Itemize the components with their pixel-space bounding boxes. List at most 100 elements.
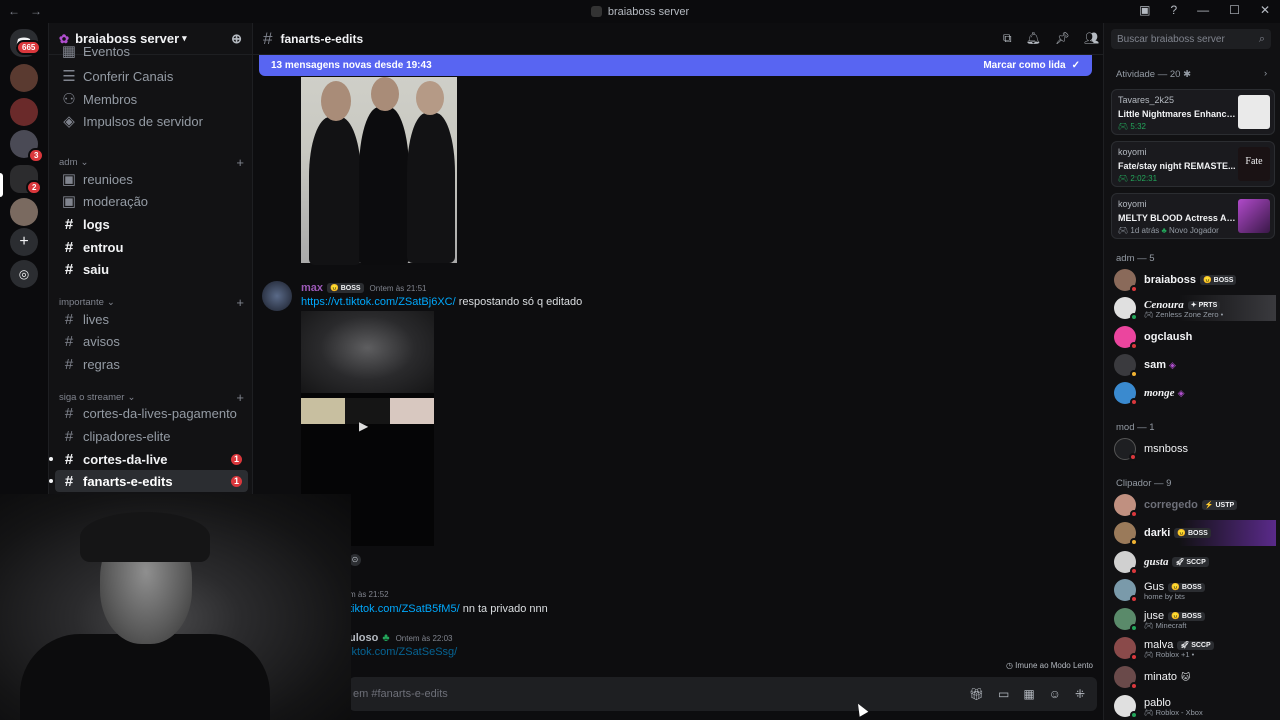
member-item[interactable]: Cenoura ✦ PRTS 🎮︎ Zenless Zone Zero • xyxy=(1114,295,1276,321)
member-item[interactable]: darki 😠 BOSS xyxy=(1114,520,1276,546)
notification-badge: 3 xyxy=(28,148,45,163)
bell-icon[interactable]: 🔔︎ xyxy=(1026,31,1041,46)
chevron-right-icon[interactable]: › xyxy=(1264,68,1267,79)
member-item[interactable]: ogclaush xyxy=(1114,324,1276,350)
webcam-person xyxy=(20,634,270,720)
server-icon-2[interactable] xyxy=(10,98,38,126)
channel-item-logs[interactable]: # logs xyxy=(55,213,248,235)
photo-figure xyxy=(359,107,409,265)
channel-item-reunioes[interactable]: ▣ reunioes xyxy=(55,168,248,190)
channel-item-cortes-da-live[interactable]: # cortes-da-live 1 xyxy=(49,448,248,470)
activity-card[interactable]: koyomi MELTY BLOOD Actress Ag... 🎮︎ 1d a… xyxy=(1111,193,1275,239)
status-dot xyxy=(1130,398,1138,406)
webcam-person xyxy=(80,512,210,562)
member-item[interactable]: corregedo ⚡ USTP xyxy=(1114,492,1276,518)
cat-icon: 🐱︎ xyxy=(1181,671,1191,682)
gamepad-icon: 🎮︎ xyxy=(1144,650,1156,660)
emoji-icon[interactable]: ☺ xyxy=(1049,687,1061,701)
status-dot xyxy=(1130,624,1138,632)
hashtag-icon: # xyxy=(64,260,74,278)
member-item[interactable]: minato 🐱︎ xyxy=(1114,664,1276,690)
header-tools: ⧉ 🔔︎ 📌︎ 👥︎ xyxy=(1003,31,1099,46)
minimize-icon[interactable]: — xyxy=(1197,3,1209,17)
member-list-icon[interactable]: 👥︎ xyxy=(1084,31,1099,46)
member-group-header: mod — 1 xyxy=(1116,422,1155,433)
maximize-icon[interactable]: ☐ xyxy=(1229,3,1240,17)
channel-item-avisos[interactable]: # avisos xyxy=(55,330,248,352)
message-author[interactable]: uloso ♣ Ontem às 22:03 xyxy=(349,632,452,644)
mark-as-read-button[interactable]: Marcar como lida xyxy=(983,60,1065,71)
channel-item-cortes-pagamento[interactable]: # cortes-da-lives-pagamento xyxy=(55,402,248,424)
member-item[interactable]: sam ◈ xyxy=(1114,352,1276,378)
mention-badge: 1 xyxy=(231,475,242,487)
calendar-icon: ▦ xyxy=(61,44,77,58)
play-icon[interactable]: ▶ xyxy=(359,419,368,433)
channel-item-entrou[interactable]: # entrou xyxy=(55,236,248,258)
gamepad-icon: 🎮︎ xyxy=(1144,621,1156,631)
message-input[interactable]: em #fanarts-e-edits 🎁︎ ▭ ▦ ☺ ⁜ xyxy=(349,677,1097,711)
activity-card[interactable]: Tavares_2k25 Little Nightmares Enhance..… xyxy=(1111,89,1275,135)
avatar[interactable] xyxy=(262,281,292,311)
hashtag-icon: # xyxy=(64,472,74,490)
member-item[interactable]: braiaboss 😠 BOSS xyxy=(1114,267,1276,293)
member-item[interactable]: pablo 🎮︎ Roblox - Xbox xyxy=(1114,693,1276,719)
forward-arrow-icon[interactable]: → xyxy=(30,4,42,18)
server-icon-5[interactable] xyxy=(10,198,38,226)
pin-icon[interactable]: 📌︎ xyxy=(1055,31,1070,46)
timestamp: m às 21:52 xyxy=(349,590,389,599)
tiktok-link[interactable]: https://vt.tiktok.com/ZSatBj6XC/ xyxy=(301,296,456,308)
activity-user: koyomi xyxy=(1118,147,1147,157)
member-item[interactable]: Gus 😠 BOSS home by bts xyxy=(1114,577,1276,603)
close-icon[interactable]: ✕ xyxy=(1260,3,1270,17)
activity-time: 🎮︎ 2:02:31 xyxy=(1118,174,1158,183)
photo-figure xyxy=(407,113,455,263)
image-attachment[interactable] xyxy=(301,77,457,265)
server-icon-1[interactable] xyxy=(10,64,38,92)
discover-compass-icon[interactable]: ◎ xyxy=(10,260,38,288)
activity-card[interactable]: koyomi Fate/stay night REMASTE... 🎮︎ 2:0… xyxy=(1111,141,1275,187)
gift-icon[interactable]: 🎁︎ xyxy=(969,687,984,701)
avatar xyxy=(1114,326,1138,350)
add-server-icon[interactable]: + xyxy=(10,228,38,256)
channel-item-saiu[interactable]: # saiu xyxy=(55,258,248,280)
channel-item-membros[interactable]: ⚇ Membros xyxy=(55,88,248,110)
webcam-overlay xyxy=(0,494,351,720)
threads-icon[interactable]: ⧉ xyxy=(1003,31,1012,46)
status-dot xyxy=(1130,711,1138,719)
channel-item-lives[interactable]: # lives xyxy=(55,308,248,330)
member-item[interactable]: monge ◈ xyxy=(1114,380,1276,406)
member-item[interactable]: malva 🚀︎ SCCP 🎮︎ Roblox +1 • xyxy=(1114,635,1276,661)
channel-item-moderacao[interactable]: ▣ moderação xyxy=(55,190,248,212)
unread-dot xyxy=(49,479,53,483)
channel-item-eventos[interactable]: ▦ Eventos xyxy=(55,44,248,58)
members-icon: ⚇ xyxy=(62,91,76,108)
message-author[interactable]: max 😠 BOSS Ontem às 21:51 xyxy=(301,282,426,294)
activity-user: koyomi xyxy=(1118,199,1147,209)
activity-header[interactable]: Atividade — 20 ✱ › xyxy=(1116,68,1267,80)
back-arrow-icon[interactable]: ← xyxy=(8,4,20,18)
apps-icon[interactable]: ⁜ xyxy=(1075,687,1085,701)
photo-figure xyxy=(371,77,399,111)
tiktok-link[interactable]: tiktok.com/ZSatB5fM5/ xyxy=(349,603,460,615)
member-item[interactable]: juse 😠 BOSS 🎮︎ Minecraft xyxy=(1114,606,1276,632)
help-icon[interactable]: ? xyxy=(1170,3,1177,17)
sprout-icon: ♣ xyxy=(1161,226,1167,235)
gamepad-icon: 🎮︎ xyxy=(1144,708,1156,718)
inbox-icon[interactable]: ▣ xyxy=(1139,3,1150,17)
channel-item-conferir-canais[interactable]: ☰ Conferir Canais xyxy=(55,65,248,87)
sticker-icon[interactable]: ▦ xyxy=(1023,687,1034,701)
channel-item-impulsos[interactable]: ◈ Impulsos de servidor xyxy=(55,110,248,132)
photo-figure xyxy=(416,81,444,115)
activity-time: 🎮︎ 1d atrás ♣ Novo Jogador xyxy=(1118,226,1219,235)
tiktok-link[interactable]: iktok.com/ZSatSeSsg/ xyxy=(349,646,457,658)
member-item[interactable]: msnboss xyxy=(1114,436,1276,462)
member-item[interactable]: gusta 🚀︎ SCCP xyxy=(1114,549,1276,575)
gif-icon[interactable]: ▭ xyxy=(998,687,1009,701)
channel-item-clipadores-elite[interactable]: # clipadores-elite xyxy=(55,425,248,447)
search-input[interactable]: Buscar braiaboss server ⌕ xyxy=(1111,29,1271,49)
video-thumbnail xyxy=(301,311,434,393)
channel-item-fanarts-e-edits[interactable]: # fanarts-e-edits 1 xyxy=(49,470,248,492)
timestamp: Ontem às 22:03 xyxy=(395,634,453,643)
new-messages-bar[interactable]: 13 mensagens novas desde 19:43 Marcar co… xyxy=(259,55,1092,76)
channel-item-regras[interactable]: # regras xyxy=(55,353,248,375)
